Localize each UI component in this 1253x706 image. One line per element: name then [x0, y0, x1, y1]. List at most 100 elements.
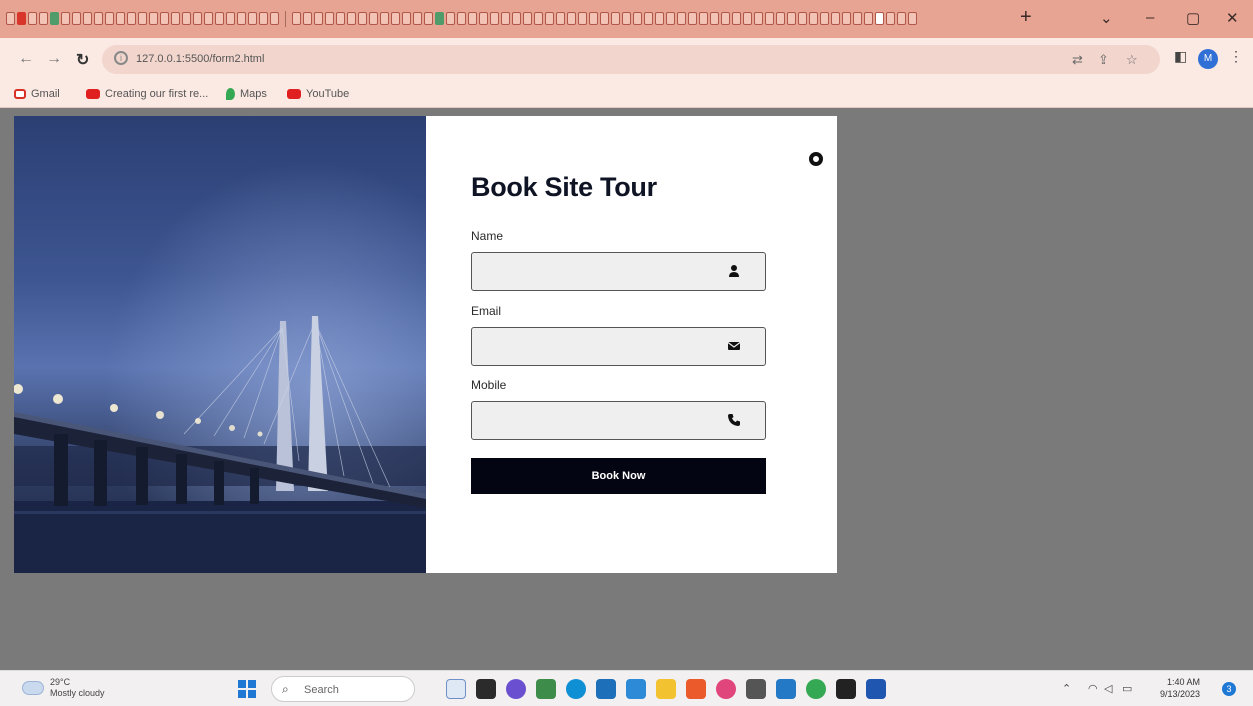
browser-tab[interactable]	[666, 12, 675, 25]
mail-icon[interactable]	[626, 679, 646, 699]
browser-tab[interactable]	[72, 12, 81, 25]
browser-tab[interactable]	[116, 12, 125, 25]
email-input[interactable]	[472, 328, 765, 365]
browser-tab[interactable]	[512, 12, 521, 25]
browser-tab[interactable]	[369, 12, 378, 25]
taskbar-search[interactable]: ⌕ Search	[271, 676, 415, 702]
browser-tab[interactable]	[457, 12, 466, 25]
browser-tab[interactable]	[886, 12, 895, 25]
close-window-button[interactable]: ✕	[1226, 9, 1239, 27]
name-field[interactable]	[471, 252, 766, 291]
browser-tab[interactable]	[589, 12, 598, 25]
app-icon[interactable]	[746, 679, 766, 699]
browser-tab[interactable]	[622, 12, 631, 25]
browser-tab[interactable]	[600, 12, 609, 25]
browser-tab[interactable]	[556, 12, 565, 25]
menu-icon[interactable]: ⋮	[1229, 48, 1243, 65]
file-explorer-icon[interactable]	[656, 679, 676, 699]
new-tab-button[interactable]: +	[1020, 6, 1032, 29]
browser-tab[interactable]	[435, 12, 444, 25]
browser-tab[interactable]	[875, 12, 884, 25]
bookmark-youtube[interactable]: YouTube	[287, 88, 349, 100]
browser-tab[interactable]	[424, 12, 433, 25]
browser-tab[interactable]	[644, 12, 653, 25]
browser-tab[interactable]	[633, 12, 642, 25]
browser-tab[interactable]	[248, 12, 257, 25]
wifi-icon[interactable]: ◠	[1088, 682, 1098, 695]
browser-tab[interactable]	[743, 12, 752, 25]
browser-tab[interactable]	[171, 12, 180, 25]
reload-icon[interactable]: ↻	[76, 50, 89, 70]
browser-tab[interactable]	[677, 12, 686, 25]
browser-tab[interactable]	[776, 12, 785, 25]
browser-tab[interactable]	[897, 12, 906, 25]
browser-tab[interactable]	[710, 12, 719, 25]
forward-icon[interactable]: →	[46, 50, 62, 68]
browser-tab[interactable]	[908, 12, 917, 25]
browser-tab[interactable]	[413, 12, 422, 25]
browser-tab[interactable]	[226, 12, 235, 25]
notification-badge[interactable]: 3	[1222, 682, 1236, 696]
back-icon[interactable]: ←	[18, 50, 34, 68]
browser-tab[interactable]	[402, 12, 411, 25]
browser-tab[interactable]	[193, 12, 202, 25]
chrome-icon[interactable]	[806, 679, 826, 699]
browser-tab[interactable]	[798, 12, 807, 25]
browser-tab[interactable]	[94, 12, 103, 25]
restore-button[interactable]: ▢	[1186, 9, 1200, 27]
browser-tab[interactable]	[523, 12, 532, 25]
browser-tab[interactable]	[6, 12, 15, 25]
browser-tab[interactable]	[501, 12, 510, 25]
browser-tab[interactable]	[809, 12, 818, 25]
browser-tab[interactable]	[567, 12, 576, 25]
store-icon[interactable]	[596, 679, 616, 699]
browser-tab[interactable]	[358, 12, 367, 25]
volume-icon[interactable]: ◁	[1104, 682, 1112, 695]
browser-tab[interactable]	[105, 12, 114, 25]
browser-tab[interactable]	[688, 12, 697, 25]
system-clock[interactable]: 1:40 AM 9/13/2023	[1160, 676, 1200, 700]
firefox-icon[interactable]	[716, 679, 736, 699]
email-field[interactable]	[471, 327, 766, 366]
browser-tab[interactable]	[391, 12, 400, 25]
sidebar-icon[interactable]: ◧	[1174, 48, 1187, 65]
browser-tab[interactable]	[17, 12, 26, 25]
browser-tab[interactable]	[259, 12, 268, 25]
app-icon[interactable]	[536, 679, 556, 699]
chat-icon[interactable]	[506, 679, 526, 699]
brave-icon[interactable]	[686, 679, 706, 699]
browser-tab[interactable]	[28, 12, 37, 25]
bing-icon[interactable]	[446, 679, 466, 699]
browser-tab[interactable]	[292, 12, 301, 25]
edge-icon[interactable]	[566, 679, 586, 699]
browser-tab[interactable]	[721, 12, 730, 25]
browser-tab[interactable]	[83, 12, 92, 25]
site-info-icon[interactable]: i	[114, 51, 128, 65]
bookmark-star-icon[interactable]: ☆	[1126, 52, 1138, 68]
browser-tab[interactable]	[138, 12, 147, 25]
browser-tab[interactable]	[336, 12, 345, 25]
browser-tab[interactable]	[534, 12, 543, 25]
browser-tab[interactable]	[864, 12, 873, 25]
vscode-icon[interactable]	[776, 679, 796, 699]
browser-tab[interactable]	[490, 12, 499, 25]
browser-tab[interactable]	[39, 12, 48, 25]
chevron-up-icon[interactable]: ⌃	[1062, 682, 1071, 695]
name-input[interactable]	[472, 253, 765, 290]
browser-tab[interactable]	[831, 12, 840, 25]
mobile-field[interactable]	[471, 401, 766, 440]
browser-tab[interactable]	[270, 12, 279, 25]
bookmark-maps[interactable]: Maps	[226, 88, 267, 100]
browser-tab[interactable]	[182, 12, 191, 25]
minimize-button[interactable]: –	[1146, 9, 1154, 26]
browser-tab[interactable]	[303, 12, 312, 25]
profile-avatar[interactable]: M	[1198, 49, 1218, 69]
address-bar[interactable]: i 127.0.0.1:5500/form2.html ⇄ ⇪ ☆	[102, 45, 1160, 74]
browser-tab[interactable]	[820, 12, 829, 25]
browser-tab[interactable]	[347, 12, 356, 25]
share-icon[interactable]: ⇪	[1098, 52, 1109, 68]
word-icon[interactable]	[866, 679, 886, 699]
browser-tab[interactable]	[237, 12, 246, 25]
browser-tab[interactable]	[842, 12, 851, 25]
bookmark-gmail[interactable]: Gmail	[14, 88, 60, 100]
